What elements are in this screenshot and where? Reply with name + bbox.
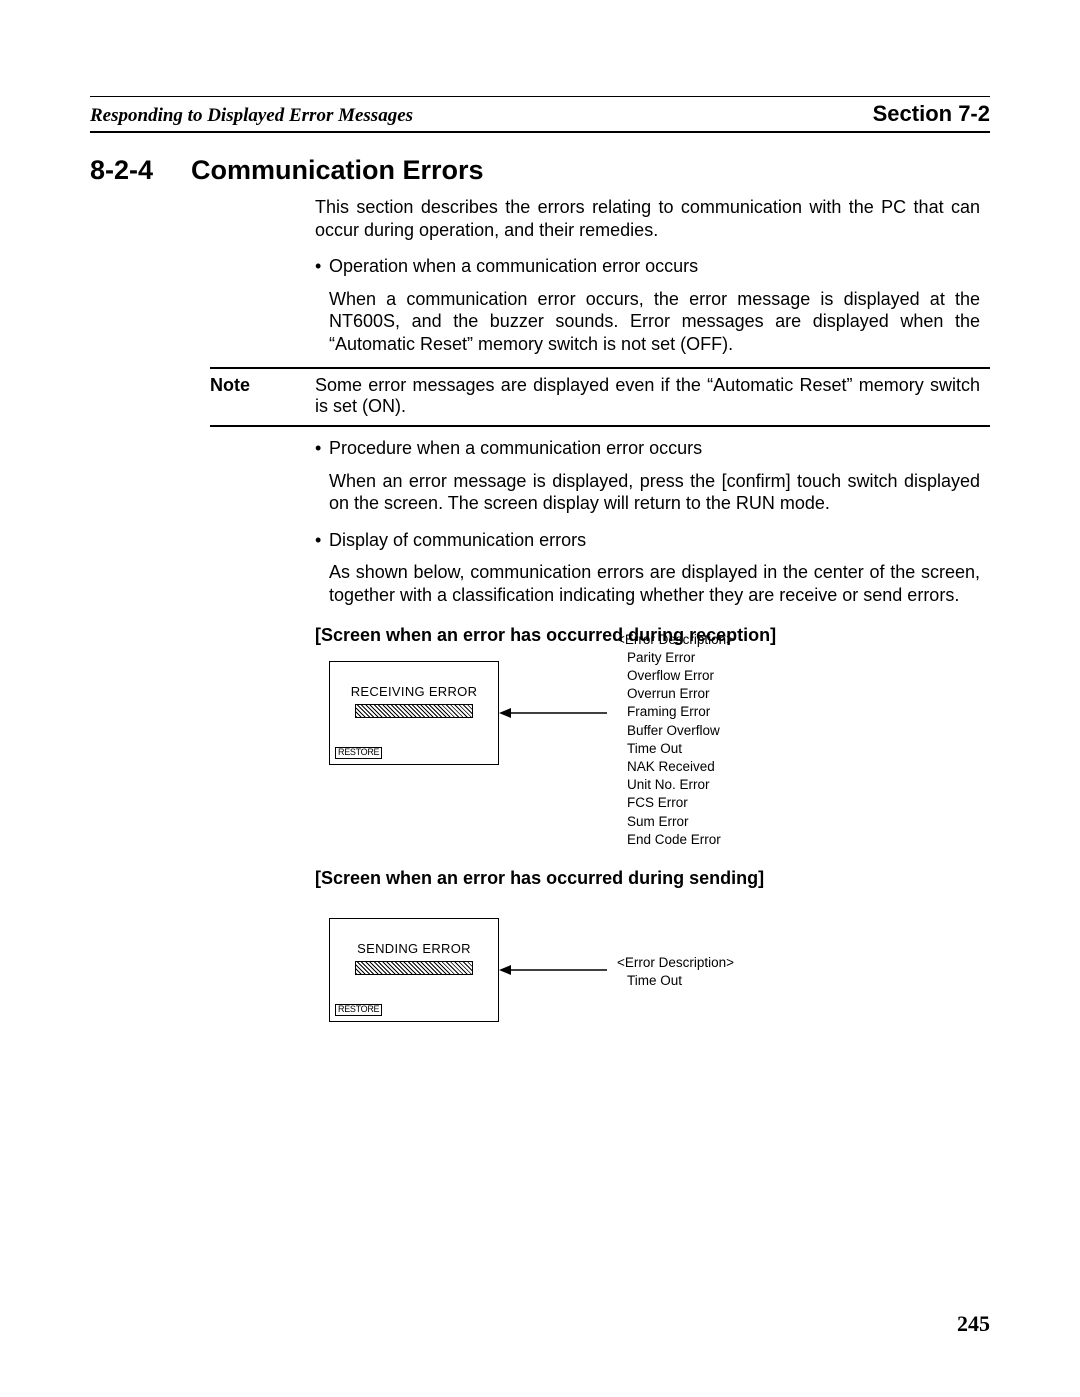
note-label: Note <box>210 375 315 417</box>
reception-diagram: RECEIVING ERROR RESTORE <Error Descripti… <box>329 661 980 850</box>
list-item: Buffer Overflow <box>627 722 734 740</box>
restore-button[interactable]: RESTORE <box>335 747 382 759</box>
header-title-left: Responding to Displayed Error Messages <box>90 105 413 127</box>
reception-screen-box: RECEIVING ERROR RESTORE <box>329 661 499 765</box>
intro-paragraph: This section describes the errors relati… <box>315 196 980 241</box>
error-description-label: <Error Description> <box>617 954 734 972</box>
error-description-label: <Error Description> <box>617 631 734 649</box>
list-item: Unit No. Error <box>627 776 734 794</box>
list-item: Time Out <box>627 972 734 990</box>
reception-error-list: <Error Description> Parity Error Overflo… <box>617 631 734 850</box>
arrow-left-icon <box>499 705 609 721</box>
page: Responding to Displayed Error Messages S… <box>0 0 1080 1397</box>
list-item: Overflow Error <box>627 667 734 685</box>
list-item: Time Out <box>627 740 734 758</box>
header-top-rule <box>90 96 990 97</box>
bullet-procedure: • Procedure when a communication error o… <box>315 437 980 460</box>
bullet-procedure-head: Procedure when a communication error occ… <box>329 437 980 460</box>
error-description-placeholder <box>355 961 473 975</box>
bullet-display: • Display of communication errors <box>315 529 980 552</box>
list-item: Sum Error <box>627 813 734 831</box>
bullet-procedure-body: When an error message is displayed, pres… <box>329 470 980 515</box>
bullet-icon: • <box>315 437 329 460</box>
list-item: FCS Error <box>627 794 734 812</box>
bullet-icon: • <box>315 529 329 552</box>
sending-diagram: SENDING ERROR RESTORE <Error Description… <box>329 918 980 1022</box>
sending-screen-title: SENDING ERROR <box>330 941 498 957</box>
note-block: Note Some error messages are displayed e… <box>210 367 990 427</box>
bullet-icon: • <box>315 255 329 278</box>
error-description-placeholder <box>355 704 473 718</box>
page-header: Responding to Displayed Error Messages S… <box>90 101 990 133</box>
list-item: Overrun Error <box>627 685 734 703</box>
bullet-display-body: As shown below, communication errors are… <box>329 561 980 606</box>
section-title-text: Communication Errors <box>191 155 484 185</box>
restore-button[interactable]: RESTORE <box>335 1004 382 1016</box>
body-column-2: • Procedure when a communication error o… <box>315 437 980 1022</box>
reception-screen-title: RECEIVING ERROR <box>330 684 498 700</box>
body-column: This section describes the errors relati… <box>315 196 980 355</box>
list-item: End Code Error <box>627 831 734 849</box>
section-heading: 8-2-4 Communication Errors <box>90 155 990 186</box>
list-item: Framing Error <box>627 703 734 721</box>
note-text: Some error messages are displayed even i… <box>315 375 990 417</box>
list-item: NAK Received <box>627 758 734 776</box>
bullet-display-head: Display of communication errors <box>329 529 980 552</box>
bullet-operation-head: Operation when a communication error occ… <box>329 255 980 278</box>
list-item: Parity Error <box>627 649 734 667</box>
sending-screen-box: SENDING ERROR RESTORE <box>329 918 499 1022</box>
bullet-operation-body: When a communication error occurs, the e… <box>329 288 980 356</box>
bullet-operation: • Operation when a communication error o… <box>315 255 980 278</box>
page-number: 245 <box>957 1311 990 1337</box>
arrow-left-icon <box>499 962 609 978</box>
sending-error-list: <Error Description> Time Out <box>617 954 734 990</box>
section-number: 8-2-4 <box>90 155 153 185</box>
sending-heading: [Screen when an error has occurred durin… <box>315 867 980 890</box>
header-section-right: Section 7-2 <box>873 101 990 127</box>
